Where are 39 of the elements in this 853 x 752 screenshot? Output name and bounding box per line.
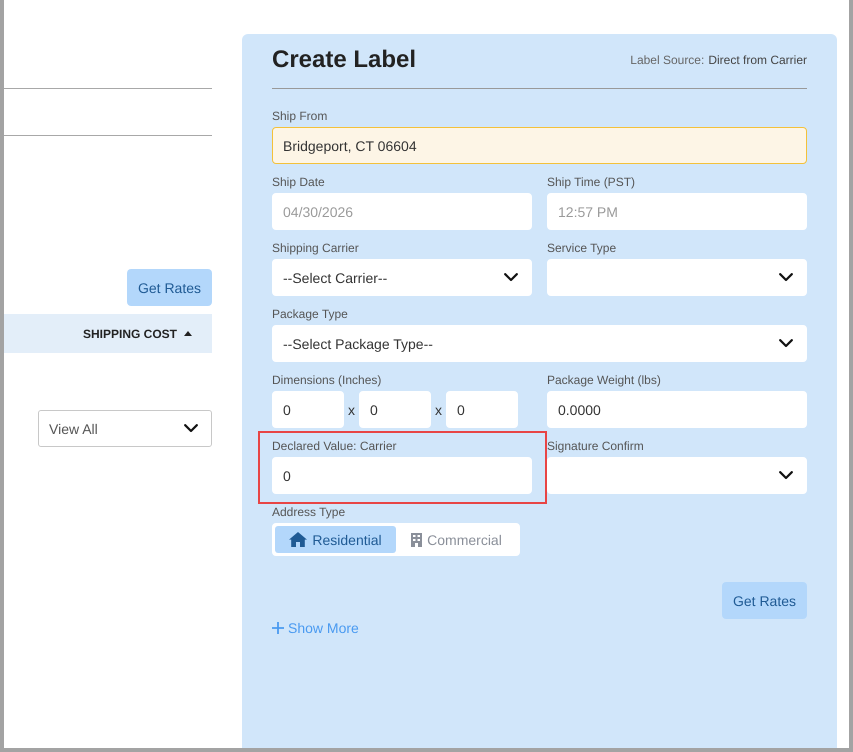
- chevron-down-icon: [779, 273, 793, 282]
- building-icon: [411, 532, 422, 546]
- select-field[interactable]: --Select Carrier--: [272, 259, 532, 296]
- get-rates-button[interactable]: Get Rates: [127, 269, 212, 306]
- text-field[interactable]: 0.0000: [547, 391, 807, 428]
- chevron-down-icon: [779, 339, 793, 348]
- field-label: Package Type: [272, 307, 349, 321]
- panel-title: Create Label: [272, 46, 416, 74]
- dimension-field[interactable]: 0: [272, 391, 344, 428]
- field-label: Signature Confirm: [547, 439, 645, 453]
- field-label: Ship Date: [272, 175, 326, 189]
- label-source-caption: Label Source:: [630, 53, 704, 67]
- dimension-separator: x: [347, 402, 356, 418]
- chevron-down-icon: [184, 424, 198, 433]
- text-field[interactable]: 0: [272, 457, 532, 494]
- dimension-field[interactable]: 0: [359, 391, 431, 428]
- select-field[interactable]: [547, 259, 807, 296]
- field-label: Ship Time (PST): [547, 175, 636, 189]
- field-label: Shipping Carrier: [272, 241, 360, 255]
- field-label: Declared Value: Carrier: [272, 439, 398, 453]
- plus-icon: [272, 622, 284, 634]
- select-field[interactable]: [547, 457, 807, 494]
- field-label: Dimensions (Inches): [272, 373, 382, 387]
- dimension-separator: x: [434, 402, 443, 418]
- field-label: Service Type: [547, 241, 618, 255]
- sort-header[interactable]: SHIPPING COST: [82, 326, 192, 340]
- get-rates-button[interactable]: Get Rates: [722, 582, 807, 619]
- dimension-field[interactable]: 0: [446, 391, 518, 428]
- field-label: Address Type: [272, 505, 346, 519]
- chevron-down-icon: [779, 471, 793, 480]
- select-field[interactable]: --Select Package Type--: [272, 325, 807, 362]
- chevron-down-icon: [504, 273, 518, 282]
- field-label: Package Weight (lbs): [547, 373, 662, 387]
- text-field[interactable]: Bridgeport, CT 06604: [272, 127, 807, 164]
- house-icon: [289, 532, 308, 547]
- filter-select[interactable]: View All: [38, 410, 212, 447]
- toggle-option[interactable]: Residential: [275, 526, 396, 553]
- label-source-value: Direct from Carrier: [708, 53, 807, 67]
- field-label: Ship From: [272, 109, 328, 123]
